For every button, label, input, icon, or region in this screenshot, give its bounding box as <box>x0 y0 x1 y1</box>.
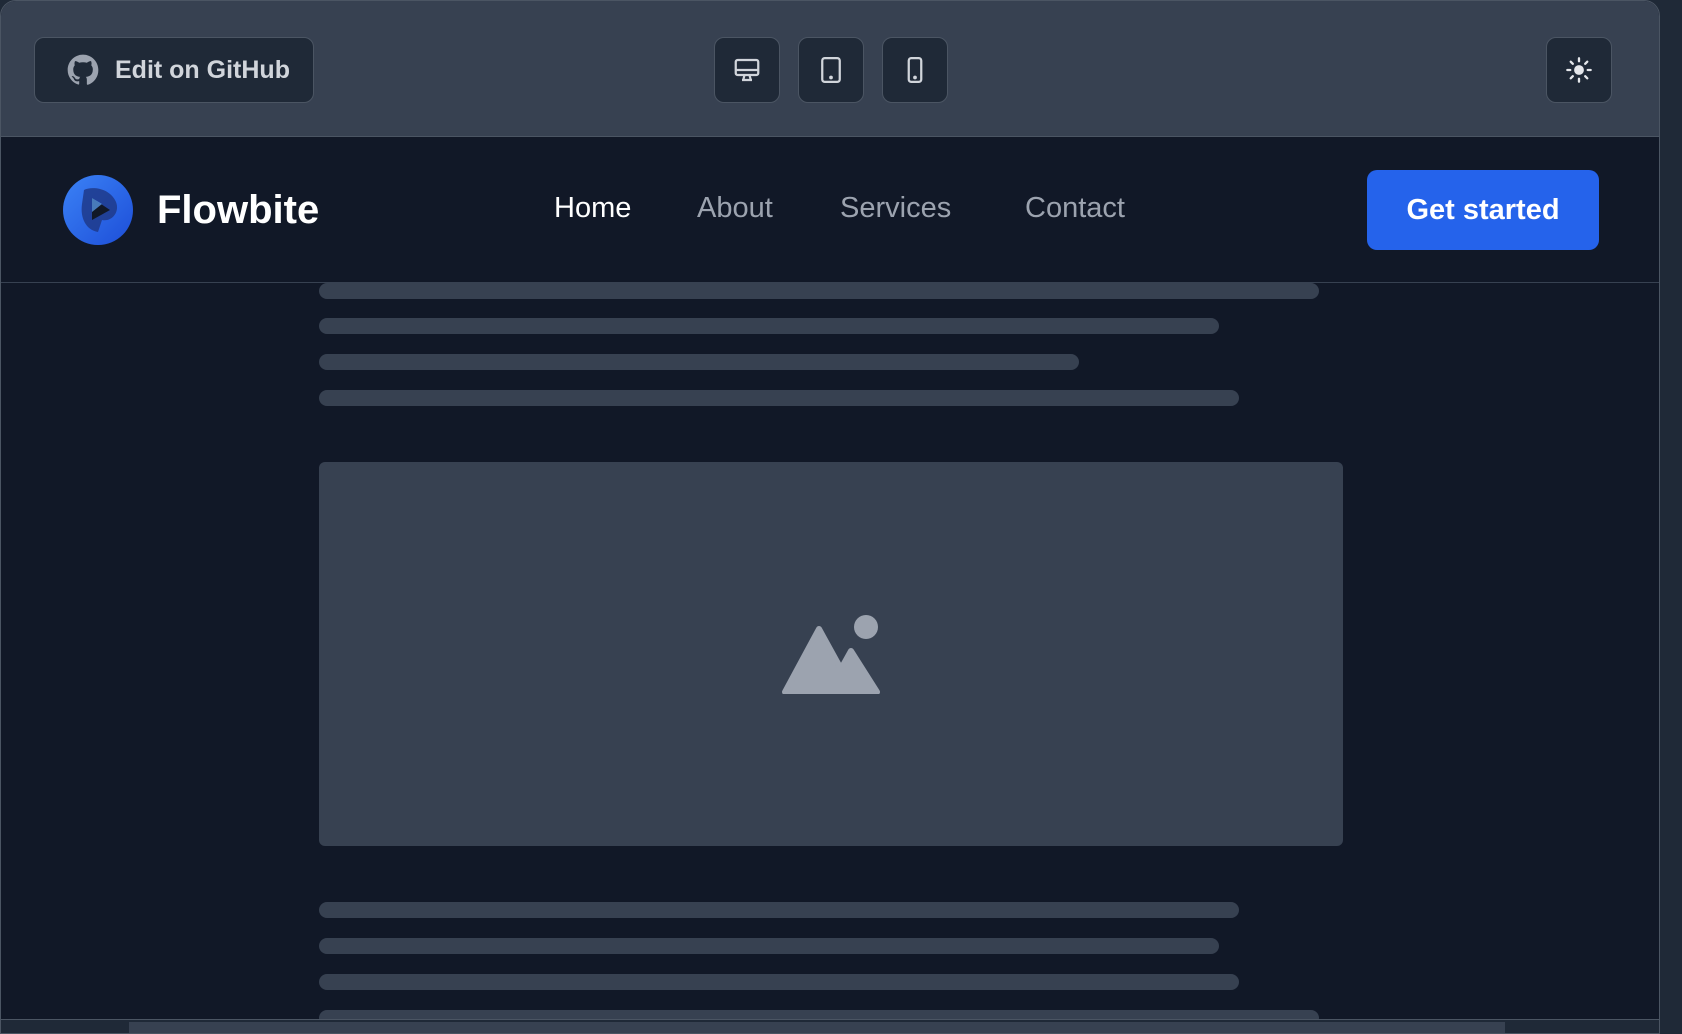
skeleton-line <box>319 354 1079 370</box>
skeleton-line <box>319 938 1219 954</box>
github-icon <box>67 54 99 85</box>
nav-link-services[interactable]: Services <box>840 192 951 225</box>
edit-on-github-button[interactable]: Edit on GitHub <box>34 37 314 103</box>
flowbite-logo-icon <box>63 175 133 245</box>
desktop-icon <box>734 58 760 82</box>
skeleton-line <box>319 283 1319 299</box>
github-button-label: Edit on GitHub <box>115 55 290 84</box>
tablet-icon <box>821 57 841 83</box>
site-navbar: Flowbite Home About Services Contact Get… <box>1 138 1659 283</box>
scrollbar-thumb[interactable] <box>129 1022 1505 1033</box>
brand[interactable]: Flowbite <box>62 174 319 246</box>
image-placeholder <box>319 462 1343 846</box>
nav-link-contact[interactable]: Contact <box>1025 192 1125 225</box>
preview-toolbar: Edit on GitHub <box>1 1 1659 137</box>
skeleton-line <box>319 390 1239 406</box>
skeleton-line <box>319 902 1239 918</box>
get-started-button[interactable]: Get started <box>1367 170 1599 250</box>
nav-link-home[interactable]: Home <box>554 192 631 225</box>
image-icon <box>782 615 880 694</box>
theme-toggle-button[interactable] <box>1546 37 1612 103</box>
horizontal-scrollbar[interactable] <box>1 1019 1659 1033</box>
desktop-view-button[interactable] <box>714 37 780 103</box>
mobile-view-button[interactable] <box>882 37 948 103</box>
tablet-view-button[interactable] <box>798 37 864 103</box>
nav-link-about[interactable]: About <box>697 192 773 225</box>
brand-name: Flowbite <box>157 187 320 232</box>
preview-frame: Edit on GitHub Flowbite Home About Servi… <box>0 0 1660 1034</box>
outer-background <box>1660 0 1682 1034</box>
sun-icon <box>1566 57 1592 83</box>
skeleton-line <box>319 318 1219 334</box>
mobile-icon <box>907 57 923 83</box>
skeleton-line <box>319 974 1239 990</box>
